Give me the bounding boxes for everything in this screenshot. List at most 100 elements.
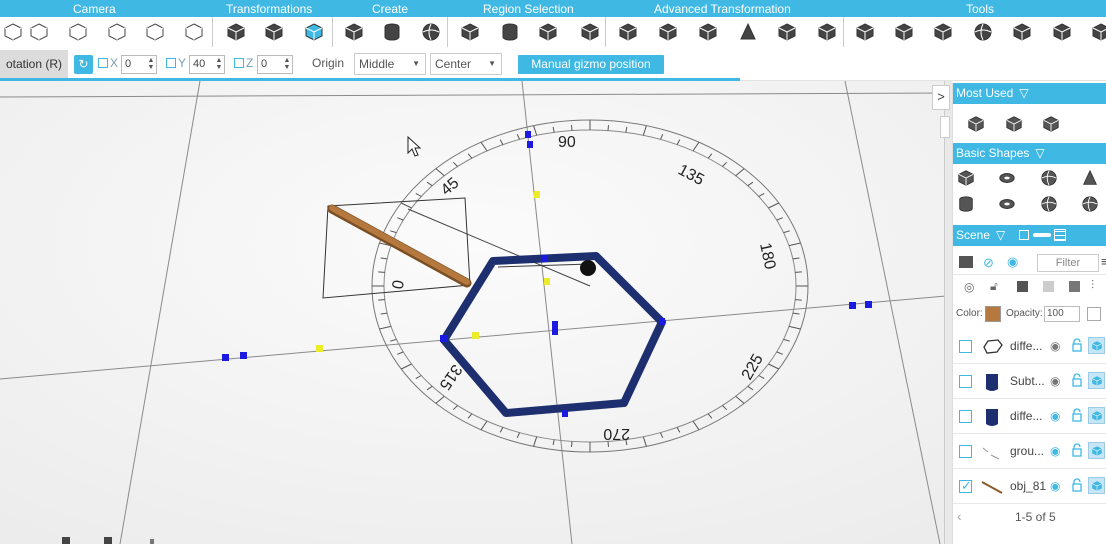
box-shape-icon[interactable]	[955, 167, 977, 189]
solid-cube-icon[interactable]	[1017, 281, 1028, 292]
twist-icon[interactable]	[776, 21, 798, 43]
scene-row-checkbox[interactable]	[959, 410, 972, 423]
handle-blue[interactable]	[525, 131, 531, 138]
cube-tool-icon[interactable]	[1011, 21, 1033, 43]
scene-row-checkbox[interactable]	[959, 445, 972, 458]
object-type-cube-icon[interactable]	[1088, 337, 1105, 354]
rotation-mode-tab[interactable]: otation (R)	[0, 50, 68, 78]
object-type-cube-icon[interactable]	[1088, 477, 1105, 494]
hide-icon[interactable]: ⊘	[983, 255, 994, 271]
scene-row[interactable]: grou... ◉	[953, 434, 1106, 469]
scene-row-name[interactable]: Subt...	[1010, 374, 1048, 388]
layers-icon[interactable]	[617, 21, 639, 43]
handle-blue[interactable]	[527, 141, 533, 148]
z-axis-checkbox[interactable]	[234, 58, 244, 68]
visibility-eye-icon[interactable]: ◉	[1050, 479, 1060, 493]
origin-select[interactable]: Middle ▼	[354, 53, 426, 75]
handle-blue[interactable]	[552, 321, 558, 335]
visibility-eye-icon[interactable]: ◉	[1050, 339, 1060, 353]
z-value-stepper[interactable]: 0 ▲ ▼	[257, 55, 293, 74]
most-used-header[interactable]: Most Used ▽	[953, 83, 1106, 104]
stepper-arrows-icon[interactable]: ▲ ▼	[215, 57, 223, 71]
color-swatch[interactable]	[985, 306, 1001, 322]
object-type-cube-icon[interactable]	[1088, 372, 1105, 389]
cone-icon[interactable]	[737, 21, 759, 43]
scene-row-name[interactable]: obj_81	[1010, 479, 1048, 493]
region-box-icon[interactable]	[459, 21, 481, 43]
scene-row-checkbox[interactable]	[959, 375, 972, 388]
y-axis-checkbox[interactable]	[166, 58, 176, 68]
filter-input[interactable]: Filter	[1037, 254, 1099, 272]
gizmo-pivot-icon[interactable]	[580, 260, 596, 276]
scene-row-name[interactable]: diffe...	[1010, 409, 1048, 423]
sphere-create-icon[interactable]	[420, 21, 442, 43]
lock-icon[interactable]	[1071, 338, 1083, 355]
lock-icon[interactable]	[1071, 443, 1083, 460]
handle-blue[interactable]	[240, 352, 247, 359]
scene-checkbox-icon[interactable]	[1019, 230, 1029, 240]
scene-row-name[interactable]: diffe...	[1010, 339, 1048, 353]
handle-blue[interactable]	[865, 301, 872, 308]
rotate-icon[interactable]	[303, 21, 325, 43]
manual-gizmo-position-button[interactable]: Manual gizmo position	[518, 55, 664, 74]
x-value-stepper[interactable]: 0 ▲ ▼	[121, 55, 157, 74]
handle-yellow[interactable]	[534, 191, 540, 198]
box-icon[interactable]	[1040, 113, 1062, 135]
region-cylinder-icon[interactable]	[499, 21, 521, 43]
color-extra-button[interactable]	[1087, 307, 1101, 321]
zoom-icon[interactable]	[144, 21, 166, 43]
handle-blue[interactable]	[849, 302, 856, 309]
menu-icon[interactable]: ≡	[1101, 254, 1106, 269]
stepper-arrows-icon[interactable]: ▲ ▼	[283, 57, 291, 71]
select-icon[interactable]	[2, 21, 24, 43]
3d-viewport[interactable]: 90 135 180 225 270 315 0 45	[0, 81, 946, 544]
move-icon[interactable]	[225, 21, 247, 43]
cylinder-create-icon[interactable]	[381, 21, 403, 43]
scale-icon[interactable]	[263, 21, 285, 43]
subdivide-icon[interactable]	[657, 21, 679, 43]
region-cube-icon[interactable]	[579, 21, 601, 43]
visibility-eye-icon[interactable]: ◉	[1050, 444, 1060, 458]
opacity-stepper[interactable]: 100	[1044, 306, 1080, 322]
object-type-cube-icon[interactable]	[1088, 442, 1105, 459]
handle-blue[interactable]	[222, 354, 229, 361]
grid-tool-icon[interactable]	[1051, 21, 1073, 43]
handle-blue[interactable]	[542, 255, 548, 262]
cone-shape-icon[interactable]	[1079, 167, 1101, 189]
reset-rotation-button[interactable]: ↻	[74, 55, 93, 74]
group-icon[interactable]	[893, 21, 915, 43]
scene-row-checkbox[interactable]	[959, 340, 972, 353]
scene-header[interactable]: Scene ▽	[953, 225, 1106, 246]
measure-icon[interactable]	[854, 21, 876, 43]
x-axis-checkbox[interactable]	[98, 58, 108, 68]
geosphere-shape-icon[interactable]	[1038, 193, 1060, 215]
rotate-view-icon[interactable]	[106, 21, 128, 43]
viewport-canvas[interactable]: 90 135 180 225 270 315 0 45	[0, 81, 946, 544]
group-cube-icon[interactable]	[1069, 281, 1080, 292]
knot-shape-icon[interactable]	[996, 193, 1018, 215]
extrude-icon[interactable]	[697, 21, 719, 43]
handle-yellow[interactable]	[544, 278, 550, 285]
scene-row-checkbox[interactable]	[959, 478, 972, 494]
sliders-icon[interactable]: ⫶	[1091, 278, 1094, 293]
panel-toggle-button[interactable]	[940, 116, 950, 138]
scene-row[interactable]: diffe... ◉	[953, 329, 1106, 364]
basic-shapes-header[interactable]: Basic Shapes ▽	[953, 143, 1106, 164]
handle-blue[interactable]	[659, 318, 665, 325]
slice-icon[interactable]	[816, 21, 838, 43]
cube-icon[interactable]	[965, 113, 987, 135]
handle-yellow[interactable]	[472, 332, 479, 339]
chevron-left-icon[interactable]: ‹	[957, 508, 962, 524]
scene-row[interactable]: Subt... ◉	[953, 364, 1106, 399]
pan-icon[interactable]	[67, 21, 89, 43]
torus-shape-icon[interactable]	[996, 167, 1018, 189]
capsule-shape-icon[interactable]	[1079, 193, 1101, 215]
scene-row-name[interactable]: grou...	[1010, 444, 1048, 458]
sphere-shape-icon[interactable]	[1038, 167, 1060, 189]
layers-icon[interactable]	[959, 256, 973, 268]
transform-icon[interactable]	[1003, 113, 1025, 135]
y-value-stepper[interactable]: 40 ▲ ▼	[189, 55, 225, 74]
visibility-eye-icon[interactable]: ◉	[1050, 374, 1060, 388]
eye-icon[interactable]: ◉	[1007, 254, 1018, 270]
handle-blue[interactable]	[440, 335, 447, 342]
